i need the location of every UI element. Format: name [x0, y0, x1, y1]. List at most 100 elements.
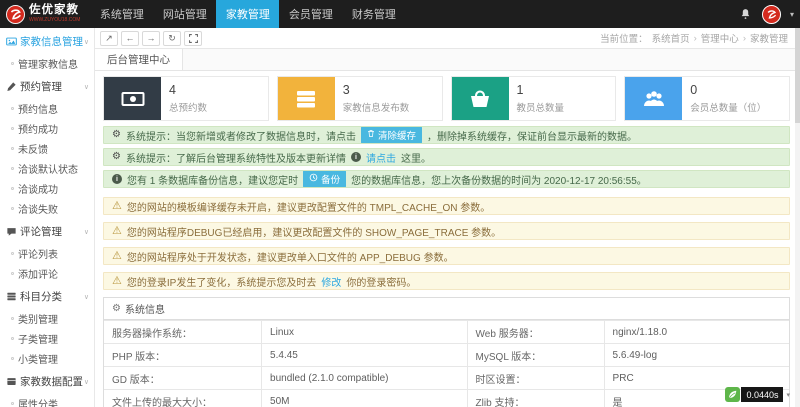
stat-label: 会员总数量（位）: [690, 100, 766, 114]
info-label: 文件上传的最大大小：: [104, 390, 262, 407]
item-label: 洽谈成功: [18, 181, 58, 196]
top-menu-website[interactable]: 网站管理: [153, 0, 216, 28]
sidebar-subsection: 属性分类 年级管理 老师分类管理: [0, 393, 94, 407]
sidebar-item-manage-tutor-info[interactable]: 管理家教信息: [0, 53, 94, 73]
sidebar-item-attribute-category[interactable]: 属性分类: [0, 393, 94, 407]
item-label: 管理家教信息: [18, 56, 78, 71]
bullet-icon: [11, 147, 14, 150]
forward-icon[interactable]: →: [142, 31, 160, 46]
sidebar-subsection: 类别管理 子类管理 小类管理: [0, 308, 94, 368]
caret-down-icon[interactable]: ▾: [790, 10, 794, 19]
sidebar-item-comment-list[interactable]: 评论列表: [0, 243, 94, 263]
alert-clear-cache: ⚙ 系统提示：当您新增或者修改了数据信息时，请点击 清除缓存 ，删除掉系统缓存，…: [103, 126, 790, 144]
alert-text: 您的网站的模板编译缓存未开启，建议更改配置文件的 TMPL_CACHE_ON 参…: [127, 199, 490, 214]
sidebar-item-add-comment[interactable]: 添加评论: [0, 263, 94, 283]
info-label: MySQL 版本：: [467, 344, 604, 367]
comment-icon: [6, 226, 17, 237]
chevron-down-icon: ∨: [84, 83, 89, 91]
item-label: 洽谈默认状态: [18, 161, 78, 176]
version-details-link[interactable]: 请点击: [366, 150, 396, 165]
sidebar-item-negotiation-failed[interactable]: 洽谈失败: [0, 198, 94, 218]
alert-text: 您的网站程序DEBUG已经启用，建议更改配置文件的 SHOW_PAGE_TRAC…: [127, 224, 501, 239]
stat-card-members[interactable]: 0 会员总数量（位）: [624, 76, 790, 121]
sidebar-item-negotiation-success[interactable]: 洽谈成功: [0, 178, 94, 198]
table-row: 服务器操作系统： Linux Web 服务器： nginx/1.18.0: [104, 321, 789, 344]
bullet-icon: [11, 107, 14, 110]
alert-tmpl-cache: ⚠ 您的网站的模板编译缓存未开启，建议更改配置文件的 TMPL_CACHE_ON…: [103, 197, 790, 215]
top-menu-member[interactable]: 会员管理: [279, 0, 342, 28]
gear-icon: ⚙: [112, 152, 121, 162]
sidebar-item-category-mgmt[interactable]: 类别管理: [0, 308, 94, 328]
stat-value: 0: [690, 83, 766, 97]
sidebar-subsection: 管理家教信息: [0, 53, 94, 73]
stat-card-bookings[interactable]: 4 总预约数: [103, 76, 269, 121]
stat-cards: 4 总预约数 3 家教信息发布数: [103, 76, 790, 121]
sidebar: 家教信息管理 ∨ 管理家教信息 预约管理 ∨ 预约信息 预约成功 未反馈 洽谈默…: [0, 28, 95, 407]
stat-card-tutor-posts[interactable]: 3 家教信息发布数: [277, 76, 443, 121]
sidebar-section-tutor-info[interactable]: 家教信息管理 ∨: [0, 30, 94, 53]
content-area[interactable]: 4 总预约数 3 家教信息发布数: [95, 71, 800, 407]
alert-text: ，删除掉系统缓存，保证前台显示最新的数据。: [427, 128, 637, 143]
breadcrumb-home[interactable]: 系统首页: [652, 31, 690, 45]
warning-icon: ⚠: [112, 251, 122, 262]
alert-version-info: ⚙ 系统提示：了解后台管理系统特性及版本更新详情 i 请点击 这里。: [103, 148, 790, 166]
info-value: 5.4.45: [262, 344, 468, 367]
caret-down-icon[interactable]: ▾: [786, 391, 790, 399]
brand-logo-icon: [6, 5, 25, 24]
tab-bar: 后台管理中心: [95, 49, 800, 71]
change-password-link[interactable]: 修改: [321, 274, 341, 289]
top-menu-tutor[interactable]: 家教管理: [216, 0, 279, 28]
sidebar-item-subcategory-mgmt[interactable]: 子类管理: [0, 328, 94, 348]
breadcrumb-separator: ›: [694, 33, 697, 44]
stat-card-teachers[interactable]: 1 教员总数量: [451, 76, 617, 121]
back-icon[interactable]: ←: [121, 31, 139, 46]
table-row: GD 版本： bundled (2.1.0 compatible) 时区设置： …: [104, 367, 789, 390]
fullscreen-icon[interactable]: [184, 31, 202, 46]
sidebar-item-minorcategory-mgmt[interactable]: 小类管理: [0, 348, 94, 368]
item-label: 未反馈: [18, 141, 48, 156]
info-icon: i: [112, 174, 122, 184]
photo-icon: [6, 36, 17, 47]
bell-icon[interactable]: [739, 7, 753, 22]
sidebar-section-comments[interactable]: 评论管理 ∨: [0, 220, 94, 243]
top-menu-finance[interactable]: 财务管理: [342, 0, 405, 28]
bullet-icon: [11, 187, 14, 190]
collapse-icon[interactable]: ↗: [100, 31, 118, 46]
info-label: 时区设置：: [467, 367, 604, 390]
sidebar-section-booking[interactable]: 预约管理 ∨: [0, 75, 94, 98]
alert-text: 您的网站程序处于开发状态，建议更改单入口文件的 APP_DEBUG 参数。: [127, 249, 454, 264]
bullet-icon: [11, 62, 14, 65]
info-label: PHP 版本：: [104, 344, 262, 367]
scrollbar-thumb[interactable]: [795, 28, 800, 123]
info-label: Zlib 支持：: [467, 390, 604, 407]
top-menu-system[interactable]: 系统管理: [90, 0, 153, 28]
breadcrumb-current[interactable]: 家教管理: [750, 31, 788, 45]
sidebar-item-booking-info[interactable]: 预约信息: [0, 98, 94, 118]
avatar[interactable]: [762, 5, 781, 24]
bullet-icon: [11, 357, 14, 360]
clear-cache-button[interactable]: 清除缓存: [361, 126, 422, 144]
backup-button[interactable]: 备份: [303, 170, 346, 188]
scrollbar[interactable]: [795, 28, 800, 407]
stat-label: 教员总数量: [517, 100, 565, 114]
alert-text: 您的数据库信息，您上次备份数据的时间为 2020-12-17 20:56:55。: [351, 172, 647, 187]
sidebar-item-negotiation-default[interactable]: 洽谈默认状态: [0, 158, 94, 178]
brand[interactable]: 佐优家教 WWW.ZUYOU18.COM: [0, 0, 86, 28]
tab-admin-center[interactable]: 后台管理中心: [95, 49, 183, 70]
bullet-icon: [11, 337, 14, 340]
debug-toolbar[interactable]: 0.0440s ▾: [725, 387, 790, 402]
sidebar-section-data-config[interactable]: 家教数据配置 ∨: [0, 370, 94, 393]
sidebar-item-booking-success[interactable]: 预约成功: [0, 118, 94, 138]
sidebar-item-no-feedback[interactable]: 未反馈: [0, 138, 94, 158]
info-label: Web 服务器：: [467, 321, 604, 344]
alert-dev-mode: ⚠ 您的网站程序处于开发状态，建议更改单入口文件的 APP_DEBUG 参数。: [103, 247, 790, 265]
item-label: 洽谈失败: [18, 201, 58, 216]
stat-label: 家教信息发布数: [343, 100, 410, 114]
breadcrumb-mgmt-center[interactable]: 管理中心: [701, 31, 739, 45]
sidebar-section-subjects[interactable]: 科目分类 ∨: [0, 285, 94, 308]
alert-text: 您有 1 条数据库备份信息，建议您定时: [127, 172, 298, 187]
alert-debug-enabled: ⚠ 您的网站程序DEBUG已经启用，建议更改配置文件的 SHOW_PAGE_TR…: [103, 222, 790, 240]
refresh-icon[interactable]: ↻: [163, 31, 181, 46]
info-value: bundled (2.1.0 compatible): [262, 367, 468, 390]
alert-login-ip: ⚠ 您的登录IP发生了变化，系统提示您及时去 修改 你的登录密码。: [103, 272, 790, 290]
